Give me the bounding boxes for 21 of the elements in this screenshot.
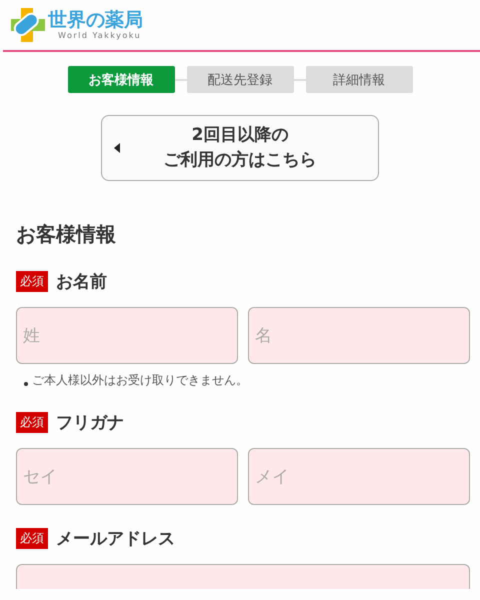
logo-subtitle: World Yakkyoku (58, 30, 142, 40)
input-field[interactable]: 名 (248, 307, 470, 364)
input-field[interactable]: メイ (248, 448, 470, 505)
input-field[interactable]: セイ (16, 448, 238, 505)
required-badge: 必須 (16, 528, 48, 549)
field-note: ご本人様以外はお受け取りできません。 (32, 372, 248, 389)
bullet-icon (24, 382, 28, 386)
section-title: お客様情報 (16, 221, 117, 248)
email-field[interactable] (16, 564, 470, 589)
field-label: お名前 (56, 271, 107, 293)
progress-step: 詳細情報 (306, 66, 412, 93)
required-badge: 必須 (16, 412, 48, 433)
field-label: フリガナ (56, 412, 124, 434)
required-badge: 必須 (16, 271, 48, 292)
progress-step: お客様情報 (68, 66, 174, 93)
logo-title: 世界の薬局 (48, 10, 143, 31)
returning-customer-button[interactable]: 2回目以降の ご利用の方はこちら (101, 115, 379, 181)
field-label: メールアドレス (56, 528, 175, 550)
progress-step: 配送先登録 (186, 66, 294, 93)
caret-icon (114, 143, 120, 153)
input-field[interactable]: 姓 (16, 307, 238, 364)
